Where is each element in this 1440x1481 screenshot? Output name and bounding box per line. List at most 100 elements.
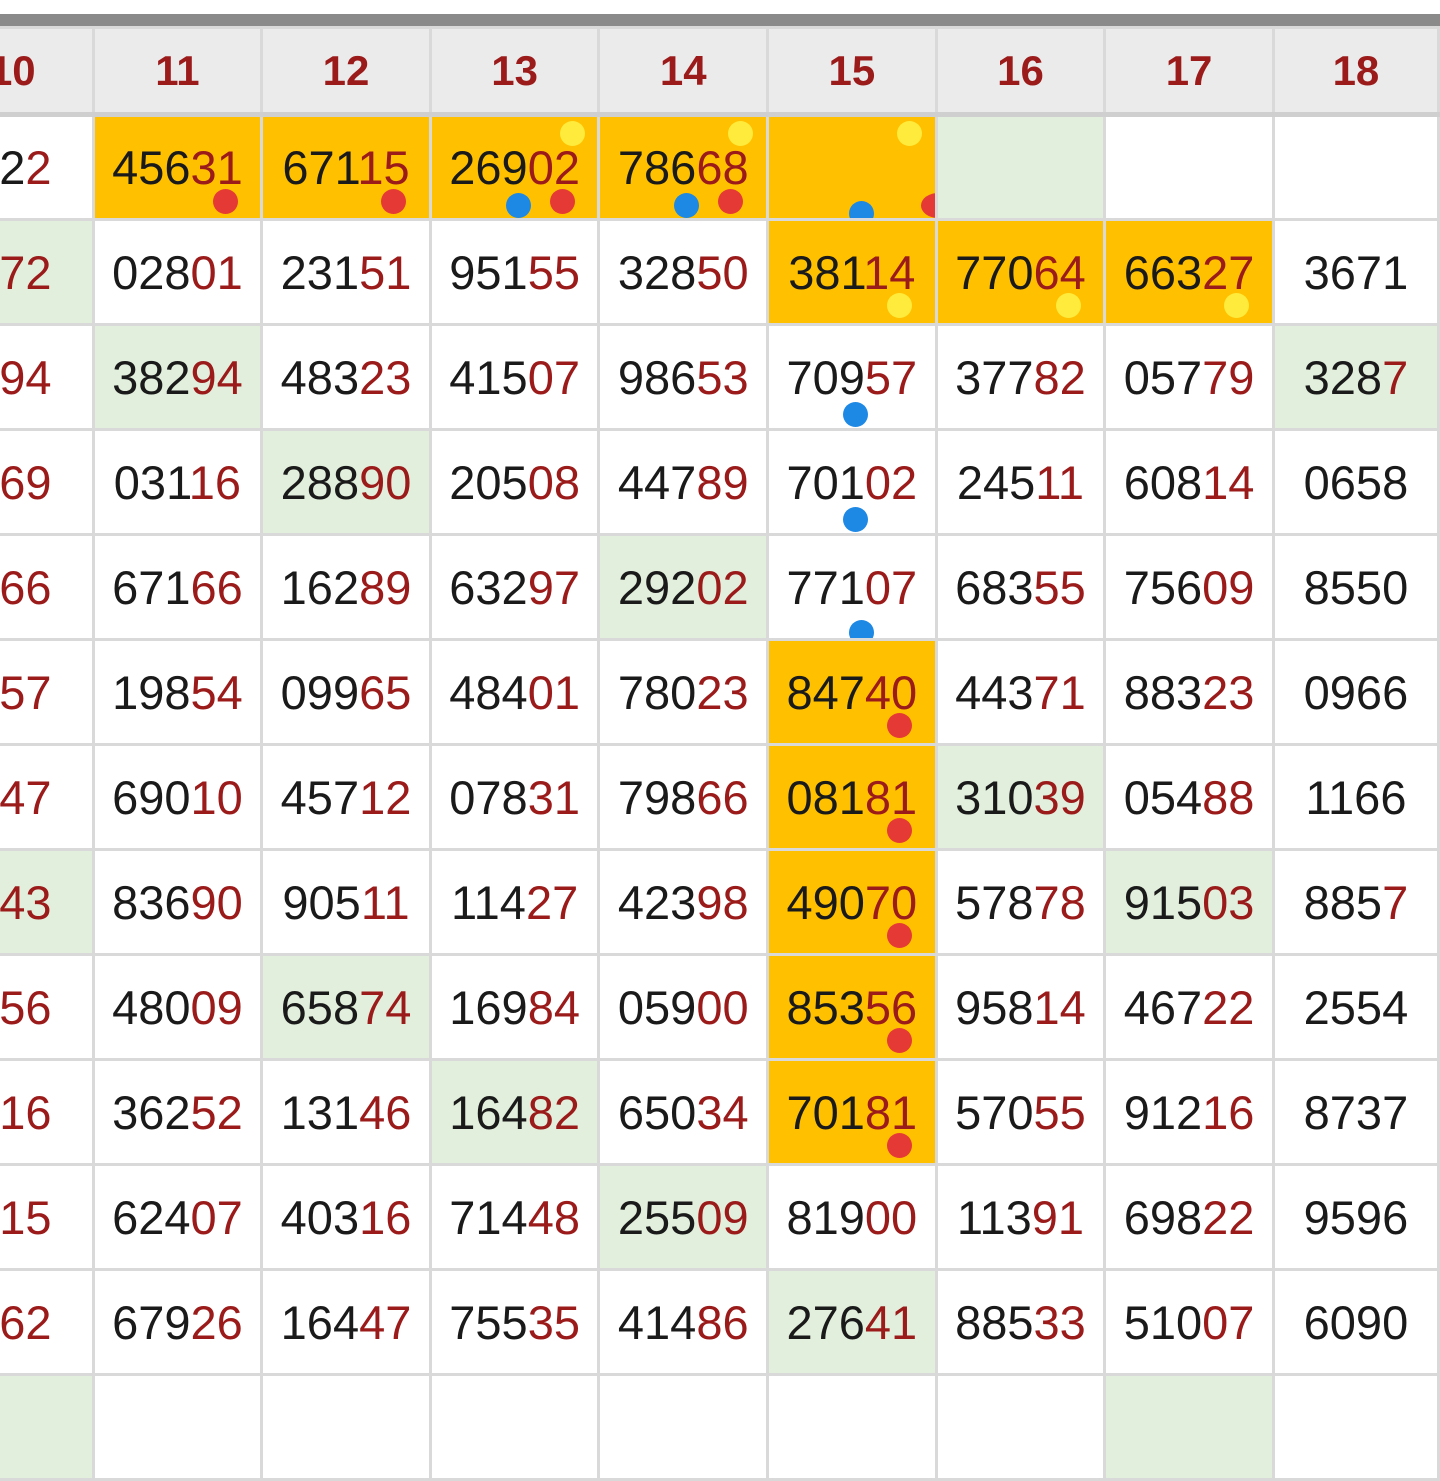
grid-cell[interactable]: 26902 xyxy=(428,113,601,221)
grid-cell[interactable]: 24511 xyxy=(934,428,1107,536)
grid-cell[interactable]: 266 xyxy=(0,533,95,641)
grid-cell[interactable]: 562 xyxy=(0,1268,95,1376)
grid-cell[interactable] xyxy=(91,1373,264,1481)
grid-cell[interactable]: 13146 xyxy=(260,1058,432,1166)
grid-cell[interactable] xyxy=(766,113,938,221)
grid-cell[interactable]: 70181 xyxy=(766,1058,938,1166)
grid-cell[interactable]: 41507 xyxy=(428,323,601,431)
grid-cell[interactable]: 05779 xyxy=(1103,323,1275,431)
grid-cell[interactable]: 05900 xyxy=(597,953,770,1061)
results-grid-container[interactable]: 10 11 12 13 14 15 16 17 18 2224563167115… xyxy=(0,26,1440,1481)
grid-cell[interactable] xyxy=(1103,113,1275,221)
grid-cell[interactable]: 45631 xyxy=(91,113,264,221)
grid-cell[interactable]: 77107 xyxy=(766,533,938,641)
grid-cell[interactable]: 25509 xyxy=(597,1163,770,1271)
grid-cell[interactable] xyxy=(0,1373,95,1481)
grid-cell[interactable]: 78668 xyxy=(597,113,770,221)
grid-cell[interactable]: 9596 xyxy=(1271,1163,1440,1271)
grid-cell[interactable]: 23151 xyxy=(260,218,432,326)
grid-cell[interactable]: 38114 xyxy=(766,218,938,326)
grid-cell[interactable]: 78023 xyxy=(597,638,770,746)
grid-cell[interactable]: 60814 xyxy=(1103,428,1275,536)
grid-cell[interactable]: 07831 xyxy=(428,743,601,851)
grid-cell[interactable]: 91216 xyxy=(1103,1058,1275,1166)
grid-cell[interactable]: 11427 xyxy=(428,848,601,956)
grid-cell[interactable]: 38294 xyxy=(91,323,264,431)
grid-cell[interactable]: 222 xyxy=(0,113,95,221)
grid-cell[interactable]: 51007 xyxy=(1103,1268,1275,1376)
grid-cell[interactable]: 98653 xyxy=(597,323,770,431)
grid-cell[interactable]: 09965 xyxy=(260,638,432,746)
grid-cell[interactable]: 85356 xyxy=(766,953,938,1061)
grid-cell[interactable]: 42398 xyxy=(597,848,770,956)
grid-cell[interactable]: 03116 xyxy=(91,428,264,536)
grid-cell[interactable]: 66327 xyxy=(1103,218,1275,326)
grid-cell[interactable]: 247 xyxy=(0,743,95,851)
grid-cell[interactable]: 37782 xyxy=(934,323,1107,431)
grid-cell[interactable]: 36252 xyxy=(91,1058,264,1166)
grid-cell[interactable]: 44789 xyxy=(597,428,770,536)
grid-cell[interactable]: 31039 xyxy=(934,743,1107,851)
grid-cell[interactable]: 69010 xyxy=(91,743,264,851)
grid-cell[interactable]: 3287 xyxy=(1271,323,1440,431)
grid-cell[interactable] xyxy=(428,1373,601,1481)
grid-cell[interactable]: 57055 xyxy=(934,1058,1107,1166)
grid-cell[interactable]: 70102 xyxy=(766,428,938,536)
grid-cell[interactable]: 71448 xyxy=(428,1163,601,1271)
grid-cell[interactable]: 16984 xyxy=(428,953,601,1061)
grid-cell[interactable]: 70957 xyxy=(766,323,938,431)
grid-cell[interactable]: 65874 xyxy=(260,953,432,1061)
grid-cell[interactable]: 0658 xyxy=(1271,428,1440,536)
grid-cell[interactable] xyxy=(766,1373,938,1481)
grid-cell[interactable]: 67926 xyxy=(91,1268,264,1376)
grid-cell[interactable]: 90511 xyxy=(260,848,432,956)
grid-cell[interactable]: 41486 xyxy=(597,1268,770,1376)
grid-cell[interactable]: 48323 xyxy=(260,323,432,431)
grid-cell[interactable]: 8857 xyxy=(1271,848,1440,956)
grid-cell[interactable]: 84740 xyxy=(766,638,938,746)
grid-cell[interactable]: 28890 xyxy=(260,428,432,536)
grid-cell[interactable]: 57878 xyxy=(934,848,1107,956)
grid-cell[interactable]: 315 xyxy=(0,1163,95,1271)
grid-cell[interactable]: 19854 xyxy=(91,638,264,746)
grid-cell[interactable]: 69822 xyxy=(1103,1163,1275,1271)
grid-cell[interactable]: 67166 xyxy=(91,533,264,641)
grid-cell[interactable]: 95814 xyxy=(934,953,1107,1061)
grid-cell[interactable]: 62407 xyxy=(91,1163,264,1271)
grid-cell[interactable]: 27641 xyxy=(766,1268,938,1376)
grid-cell[interactable]: 49070 xyxy=(766,848,938,956)
grid-cell[interactable]: 16289 xyxy=(260,533,432,641)
grid-cell[interactable]: 716 xyxy=(0,1058,95,1166)
grid-cell[interactable] xyxy=(1271,1373,1440,1481)
grid-cell[interactable]: 772 xyxy=(0,218,95,326)
grid-cell[interactable]: 44371 xyxy=(934,638,1107,746)
grid-cell[interactable]: 3671 xyxy=(1271,218,1440,326)
grid-cell[interactable]: 32850 xyxy=(597,218,770,326)
grid-cell[interactable]: 77064 xyxy=(934,218,1107,326)
grid-cell[interactable]: 1166 xyxy=(1271,743,1440,851)
grid-cell[interactable]: 29202 xyxy=(597,533,770,641)
grid-cell[interactable]: 88323 xyxy=(1103,638,1275,746)
grid-cell[interactable] xyxy=(1271,113,1440,221)
grid-cell[interactable]: 969 xyxy=(0,428,95,536)
grid-cell[interactable]: 46722 xyxy=(1103,953,1275,1061)
grid-cell[interactable]: 40316 xyxy=(260,1163,432,1271)
grid-cell[interactable]: 594 xyxy=(0,323,95,431)
grid-cell[interactable]: 6090 xyxy=(1271,1268,1440,1376)
grid-cell[interactable]: 48009 xyxy=(91,953,264,1061)
grid-cell[interactable]: 11391 xyxy=(934,1163,1107,1271)
grid-cell[interactable] xyxy=(260,1373,432,1481)
grid-cell[interactable]: 0966 xyxy=(1271,638,1440,746)
grid-cell[interactable] xyxy=(1103,1373,1275,1481)
grid-cell[interactable]: 8550 xyxy=(1271,533,1440,641)
grid-cell[interactable] xyxy=(934,1373,1107,1481)
grid-cell[interactable]: 20508 xyxy=(428,428,601,536)
grid-cell[interactable]: 79866 xyxy=(597,743,770,851)
grid-cell[interactable]: 556 xyxy=(0,953,95,1061)
grid-cell[interactable] xyxy=(934,113,1107,221)
grid-cell[interactable]: 75535 xyxy=(428,1268,601,1376)
grid-cell[interactable]: 63297 xyxy=(428,533,601,641)
grid-cell[interactable]: 65034 xyxy=(597,1058,770,1166)
grid-cell[interactable]: 45712 xyxy=(260,743,432,851)
grid-cell[interactable]: 8737 xyxy=(1271,1058,1440,1166)
